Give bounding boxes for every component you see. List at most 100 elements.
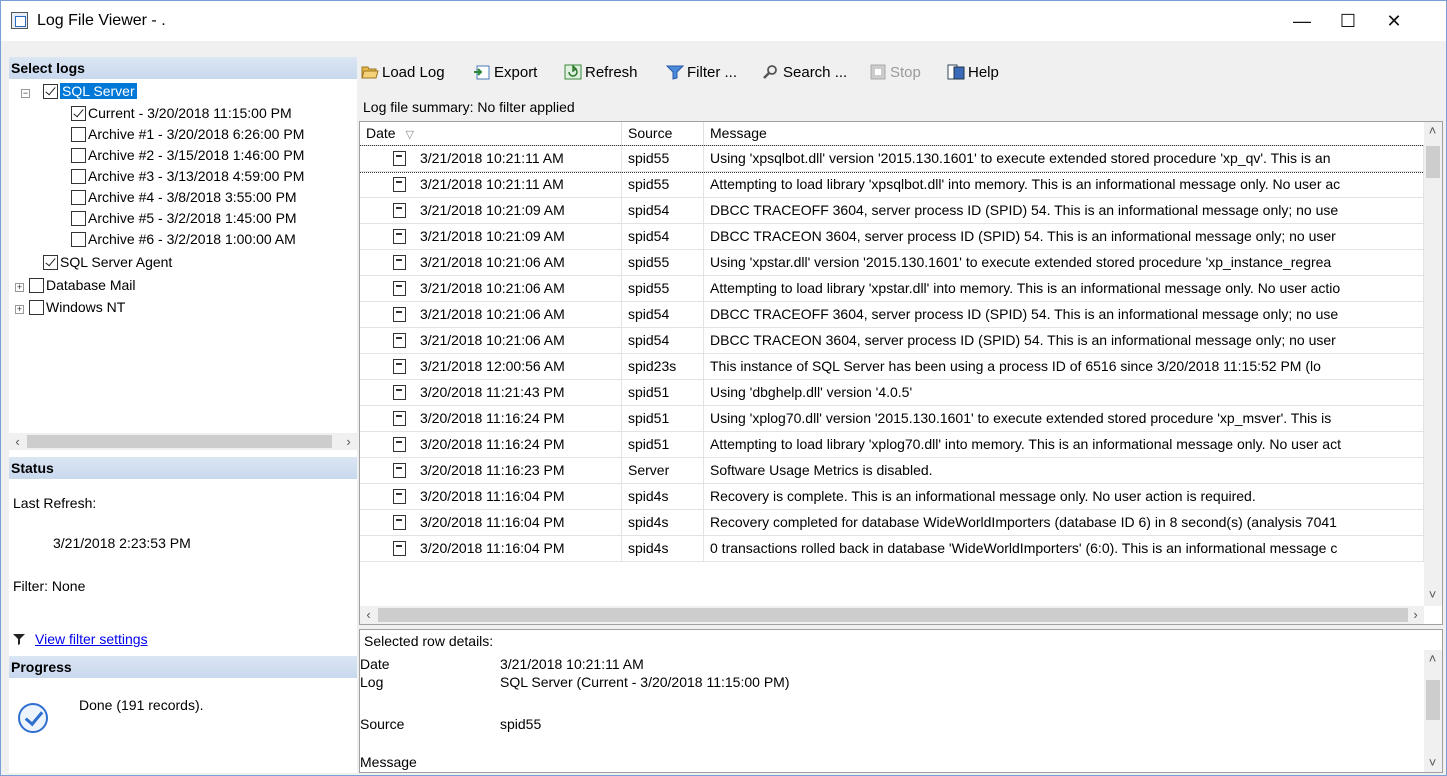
tree-item-label: SQL Server Agent	[60, 254, 173, 270]
cell-message: Using 'xplog70.dll' version '2015.130.16…	[704, 406, 1424, 431]
tree-item[interactable]: Archive #2 - 3/15/2018 1:46:00 PM	[71, 145, 304, 165]
scroll-thumb[interactable]	[378, 608, 1408, 622]
help-button[interactable]: Help	[947, 62, 999, 84]
cell-message: DBCC TRACEOFF 3604, server process ID (S…	[704, 302, 1424, 327]
checkbox[interactable]	[71, 148, 86, 163]
column-header-message[interactable]: Message	[704, 122, 1424, 145]
scroll-left-arrow-icon[interactable]: ‹	[9, 433, 26, 450]
cell-source: spid4s	[622, 536, 704, 561]
checkbox[interactable]	[29, 278, 44, 293]
log-entry-icon	[393, 385, 406, 400]
table-row[interactable]: 3/21/2018 12:00:56 AM spid23s This instanc…	[360, 354, 1424, 380]
table-row[interactable]: 3/20/2018 11:16:24 PM spid51 Attempting to…	[360, 432, 1424, 458]
progress-header: Progress	[9, 656, 357, 678]
grid-vertical-scrollbar[interactable]: ˄ ˅	[1424, 122, 1442, 606]
checkbox[interactable]	[71, 127, 86, 142]
scroll-thumb[interactable]	[27, 435, 332, 448]
scroll-up-arrow-icon[interactable]: ˄	[1424, 122, 1441, 139]
tree-item[interactable]: SQL Server	[43, 81, 137, 101]
scroll-right-arrow-icon[interactable]: ›	[1407, 606, 1424, 623]
close-button[interactable]: ✕	[1371, 7, 1417, 35]
checkbox[interactable]	[71, 232, 86, 247]
table-row[interactable]: 3/20/2018 11:16:24 PM spid51 Using 'xplog7…	[360, 406, 1424, 432]
cell-message: DBCC TRACEON 3604, server process ID (SP…	[704, 224, 1424, 249]
tree-item[interactable]: Archive #1 - 3/20/2018 6:26:00 PM	[71, 124, 304, 144]
tree-item[interactable]: SQL Server Agent	[43, 252, 172, 272]
tree-horizontal-scrollbar[interactable]: ‹ ›	[9, 433, 357, 450]
scroll-right-arrow-icon[interactable]: ›	[340, 433, 357, 450]
cell-date: 3/21/2018 10:21:09 AM	[420, 198, 622, 223]
cell-source: spid54	[622, 198, 704, 223]
tree-item[interactable]: Windows NT	[29, 297, 125, 317]
table-row[interactable]: 3/20/2018 11:16:23 PM Server Software Usag…	[360, 458, 1424, 484]
column-header-source[interactable]: Source	[622, 122, 704, 145]
cell-source: spid55	[622, 146, 704, 171]
scroll-up-arrow-icon[interactable]: ˄	[1424, 650, 1441, 667]
search-label: Search ...	[783, 64, 848, 81]
checkbox[interactable]	[71, 211, 86, 226]
scroll-down-arrow-icon[interactable]: ˅	[1424, 754, 1441, 771]
tree-item[interactable]: Database Mail	[29, 275, 136, 295]
cell-source: spid55	[622, 250, 704, 275]
filter-button[interactable]: Filter ...	[665, 62, 737, 84]
scroll-down-arrow-icon[interactable]: ˅	[1424, 586, 1441, 603]
cell-message: Attempting to load library 'xpstar.dll' …	[704, 276, 1424, 301]
table-row[interactable]: 3/20/2018 11:16:04 PM spid4s 0 transaction…	[360, 536, 1424, 562]
refresh-button[interactable]: Refresh	[564, 62, 638, 84]
grid-header: Date ▽ Source Message	[360, 122, 1424, 146]
table-row[interactable]: 3/21/2018 10:21:11 AM spid55 Attempting to…	[360, 172, 1424, 198]
maximize-button[interactable]: ☐	[1325, 7, 1371, 35]
collapse-icon[interactable]: −	[21, 89, 30, 98]
export-button[interactable]: Export	[473, 62, 537, 84]
expand-icon[interactable]: +	[15, 283, 24, 292]
search-button[interactable]: Search ...	[762, 62, 847, 84]
view-filter-settings-link[interactable]: View filter settings	[35, 631, 148, 647]
checkbox[interactable]	[43, 84, 58, 99]
load-log-button[interactable]: Load Log	[361, 62, 445, 84]
cell-date: 3/20/2018 11:16:24 PM	[420, 432, 622, 457]
cell-source: spid23s	[622, 354, 704, 379]
table-row[interactable]: 3/20/2018 11:16:04 PM spid4s Recovery is c…	[360, 484, 1424, 510]
checkbox[interactable]	[43, 255, 58, 270]
details-vertical-scrollbar[interactable]: ˄ ˅	[1424, 650, 1442, 772]
stop-button[interactable]: Stop	[869, 62, 921, 84]
tree-item[interactable]: Archive #6 - 3/2/2018 1:00:00 AM	[71, 229, 296, 249]
table-row[interactable]: 3/20/2018 11:21:43 PM spid51 Using 'dbghel…	[360, 380, 1424, 406]
table-row[interactable]: 3/21/2018 10:21:06 AM spid54 DBCC TRACEON …	[360, 328, 1424, 354]
table-row[interactable]: 3/21/2018 10:21:09 AM spid54 DBCC TRACEON …	[360, 224, 1424, 250]
table-row[interactable]: 3/21/2018 10:21:06 AM spid55 Attempting to…	[360, 276, 1424, 302]
cell-date: 3/21/2018 10:21:11 AM	[420, 172, 622, 197]
log-entry-icon	[393, 307, 406, 322]
table-row[interactable]: 3/21/2018 10:21:06 AM spid54 DBCC TRACEOFF…	[360, 302, 1424, 328]
select-logs-header: Select logs	[9, 57, 357, 79]
selected-row-details: Selected row details: Date 3/21/2018 10:…	[359, 629, 1443, 773]
expand-icon[interactable]: +	[15, 305, 24, 314]
cell-message: Using 'xpstar.dll' version '2015.130.160…	[704, 250, 1424, 275]
tree-item[interactable]: Archive #4 - 3/8/2018 3:55:00 PM	[71, 187, 297, 207]
status-header: Status	[9, 457, 357, 479]
tree-item[interactable]: Archive #3 - 3/13/2018 4:59:00 PM	[71, 166, 304, 186]
tree-item[interactable]: Current - 3/20/2018 11:15:00 PM	[71, 103, 292, 123]
cell-message: Recovery is complete. This is an informa…	[704, 484, 1424, 509]
cell-date: 3/21/2018 10:21:06 AM	[420, 302, 622, 327]
tree-item[interactable]: Archive #5 - 3/2/2018 1:45:00 PM	[71, 208, 297, 228]
grid-horizontal-scrollbar[interactable]: ‹ ›	[360, 606, 1424, 624]
window-title: Log File Viewer - .	[37, 12, 166, 29]
scroll-left-arrow-icon[interactable]: ‹	[360, 606, 377, 623]
cell-source: spid4s	[622, 510, 704, 535]
column-header-date[interactable]: Date ▽	[360, 122, 622, 145]
table-row[interactable]: 3/21/2018 10:21:06 AM spid55 Using 'xpstar…	[360, 250, 1424, 276]
table-row[interactable]: 3/21/2018 10:21:11 AM spid55 Using 'xpsqlb…	[360, 145, 1425, 173]
checkbox[interactable]	[71, 169, 86, 184]
scroll-thumb[interactable]	[1426, 680, 1440, 720]
scroll-thumb[interactable]	[1426, 146, 1440, 178]
table-row[interactable]: 3/20/2018 11:16:04 PM spid4s Recovery comp…	[360, 510, 1424, 536]
cell-source: spid55	[622, 172, 704, 197]
minimize-button[interactable]: —	[1279, 7, 1325, 35]
checkbox[interactable]	[71, 190, 86, 205]
details-source-value: spid55	[500, 716, 542, 732]
log-grid: Date ▽ Source Message 3/21/2018 10:21:11…	[359, 121, 1443, 625]
checkbox[interactable]	[29, 300, 44, 315]
checkbox[interactable]	[71, 106, 86, 121]
table-row[interactable]: 3/21/2018 10:21:09 AM spid54 DBCC TRACEOFF…	[360, 198, 1424, 224]
